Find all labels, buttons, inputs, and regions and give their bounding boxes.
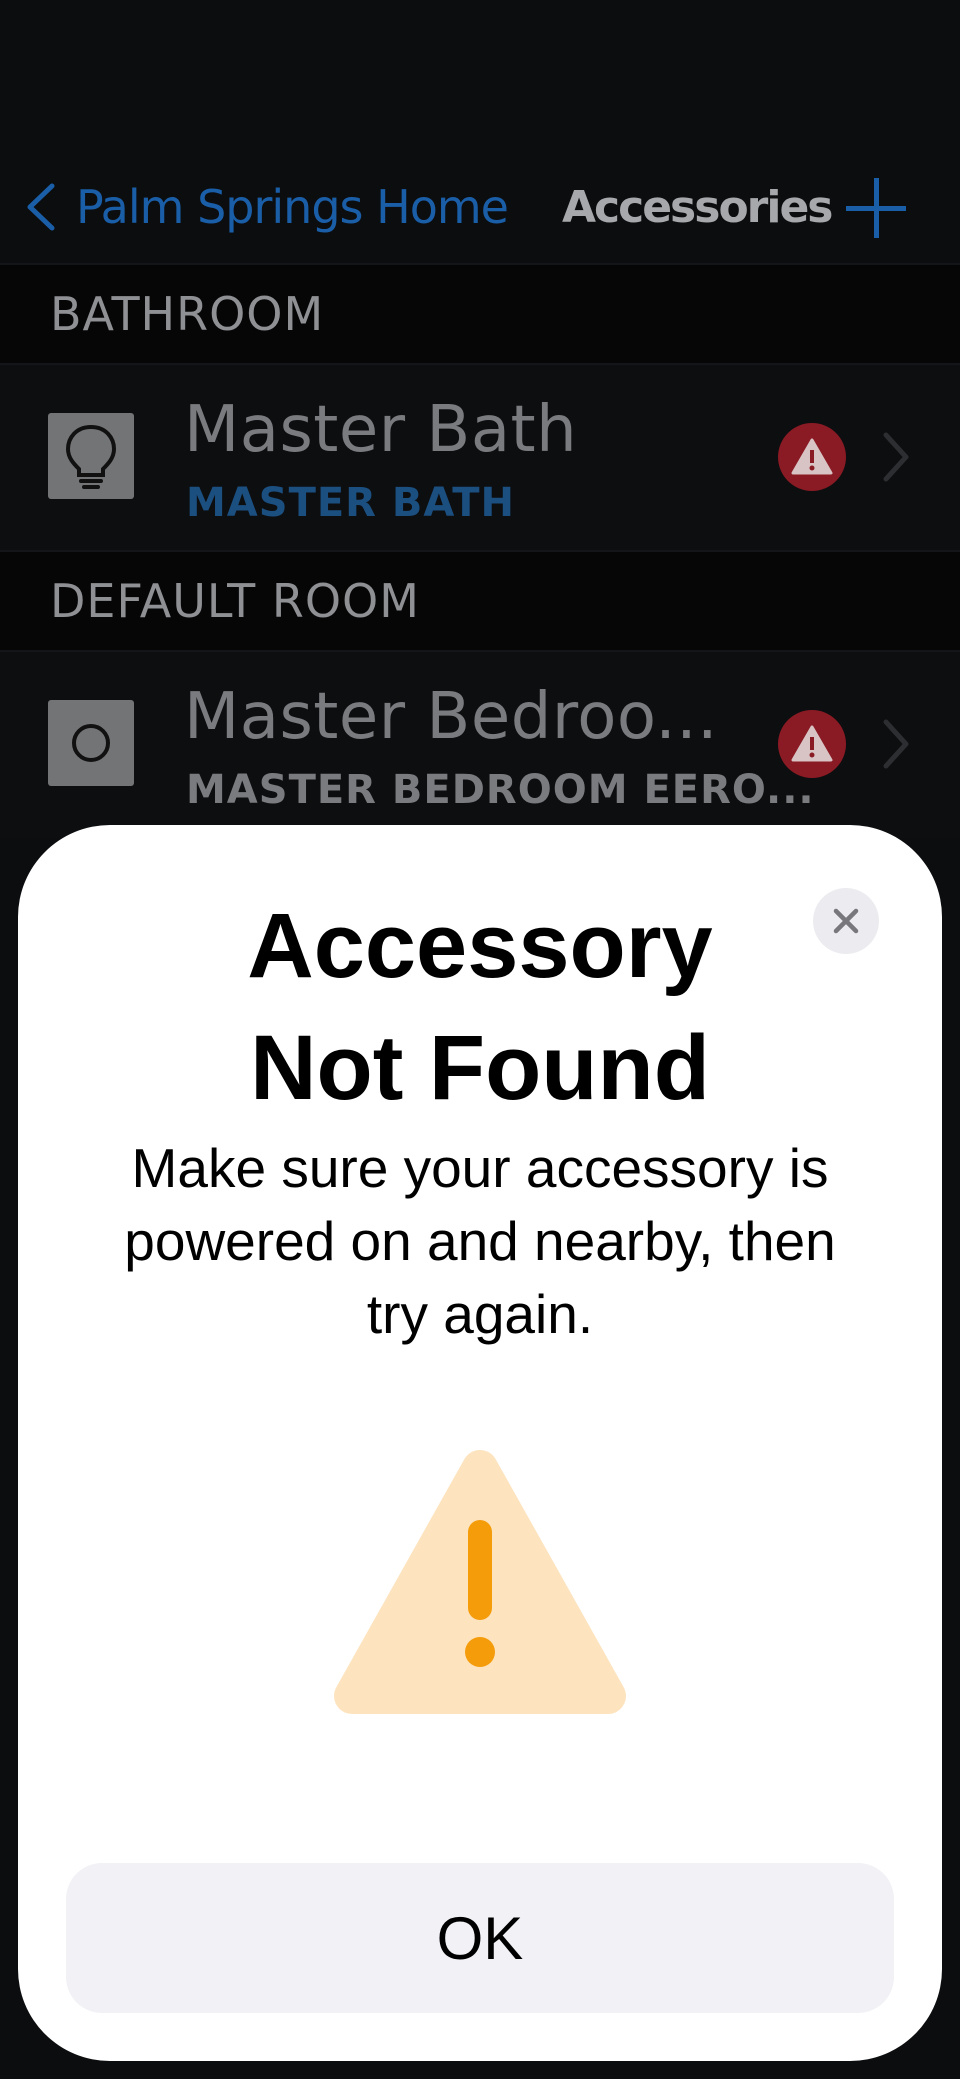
plus-icon[interactable] bbox=[846, 178, 906, 238]
chevron-right-icon bbox=[883, 432, 909, 482]
section-header-bathroom: BATHROOM bbox=[0, 263, 960, 365]
chevron-left-icon bbox=[27, 183, 55, 231]
section-header-default-room: DEFAULT ROOM bbox=[0, 550, 960, 652]
circle-icon bbox=[48, 700, 134, 786]
dialog-message-line: try again. bbox=[366, 1283, 594, 1345]
dialog-message: Make sure your accessory is powered on a… bbox=[68, 1132, 892, 1351]
accessory-room: MASTER BEDROOM EERO... bbox=[186, 767, 815, 813]
page-title: Accessories bbox=[562, 181, 833, 233]
accessory-not-found-dialog: Accessory Not Found Make sure your acces… bbox=[18, 825, 942, 2061]
lightbulb-icon bbox=[48, 413, 134, 499]
back-button-label: Palm Springs Home bbox=[76, 180, 509, 234]
back-button[interactable]: Palm Springs Home bbox=[22, 172, 509, 242]
accessory-row-master-bedroom[interactable]: Master Bedroo... MASTER BEDROOM EERO... bbox=[0, 652, 960, 838]
warning-icon bbox=[778, 710, 846, 778]
chevron-right-icon bbox=[883, 719, 909, 769]
accessory-name: Master Bedroo... bbox=[184, 680, 718, 754]
warning-icon bbox=[778, 423, 846, 491]
navigation-bar: Palm Springs Home Accessories bbox=[0, 160, 960, 264]
accessory-row-master-bath[interactable]: Master Bath MASTER BATH bbox=[0, 365, 960, 551]
ok-button[interactable]: OK bbox=[66, 1863, 894, 2013]
dialog-title-line: Not Found bbox=[250, 1017, 710, 1119]
accessory-room: MASTER BATH bbox=[186, 480, 516, 526]
dialog-message-line: powered on and nearby, then bbox=[124, 1210, 836, 1272]
warning-triangle-icon bbox=[334, 1450, 626, 1714]
screen: Palm Springs Home Accessories BATHROOM M… bbox=[0, 0, 960, 2079]
accessory-name: Master Bath bbox=[184, 393, 578, 467]
dialog-message-line: Make sure your accessory is bbox=[131, 1137, 829, 1199]
dialog-title: Accessory Not Found bbox=[18, 885, 942, 1129]
dialog-title-line: Accessory bbox=[247, 895, 713, 997]
